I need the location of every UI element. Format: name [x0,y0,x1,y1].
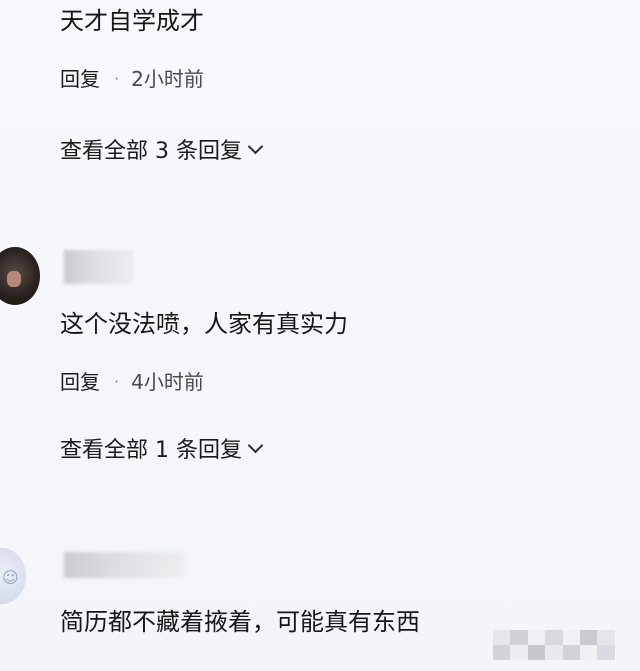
username-redacted[interactable] [64,250,134,284]
username-redacted[interactable] [64,552,184,578]
view-all-replies-button[interactable]: 查看全部 1 条回复 [60,437,264,465]
comment-text: 这个没法喷，人家有真实力 [60,310,348,338]
meta-separator: · [114,69,120,88]
comment-time: 4小时前 [131,370,204,394]
view-all-replies-button[interactable]: 查看全部 3 条回复 [60,138,264,166]
avatar-glyph: ☺ [2,568,19,587]
comment-time: 2小时前 [131,67,204,91]
redacted-mosaic [493,630,615,660]
comment-meta: 回复 · 2小时前 [60,66,204,92]
chevron-down-icon [247,138,264,155]
comment-meta: 回复 · 4小时前 [60,369,204,395]
meta-separator: · [114,372,120,391]
comment-text: 简历都不藏着掖着，可能真有东西 [60,608,420,636]
comment-feed: 天才自学成才 回复 · 2小时前 查看全部 3 条回复 这个没法喷，人家有真实力 回… [0,0,640,671]
avatar-face [7,271,21,287]
view-all-replies-label: 查看全部 1 条回复 [60,438,242,463]
comment-text: 天才自学成才 [60,7,204,35]
avatar[interactable] [0,247,40,305]
reply-button[interactable]: 回复 [60,67,100,91]
chevron-down-icon [247,437,264,454]
view-all-replies-label: 查看全部 3 条回复 [60,139,242,164]
avatar[interactable]: ☺ [0,548,26,604]
reply-button[interactable]: 回复 [60,370,100,394]
